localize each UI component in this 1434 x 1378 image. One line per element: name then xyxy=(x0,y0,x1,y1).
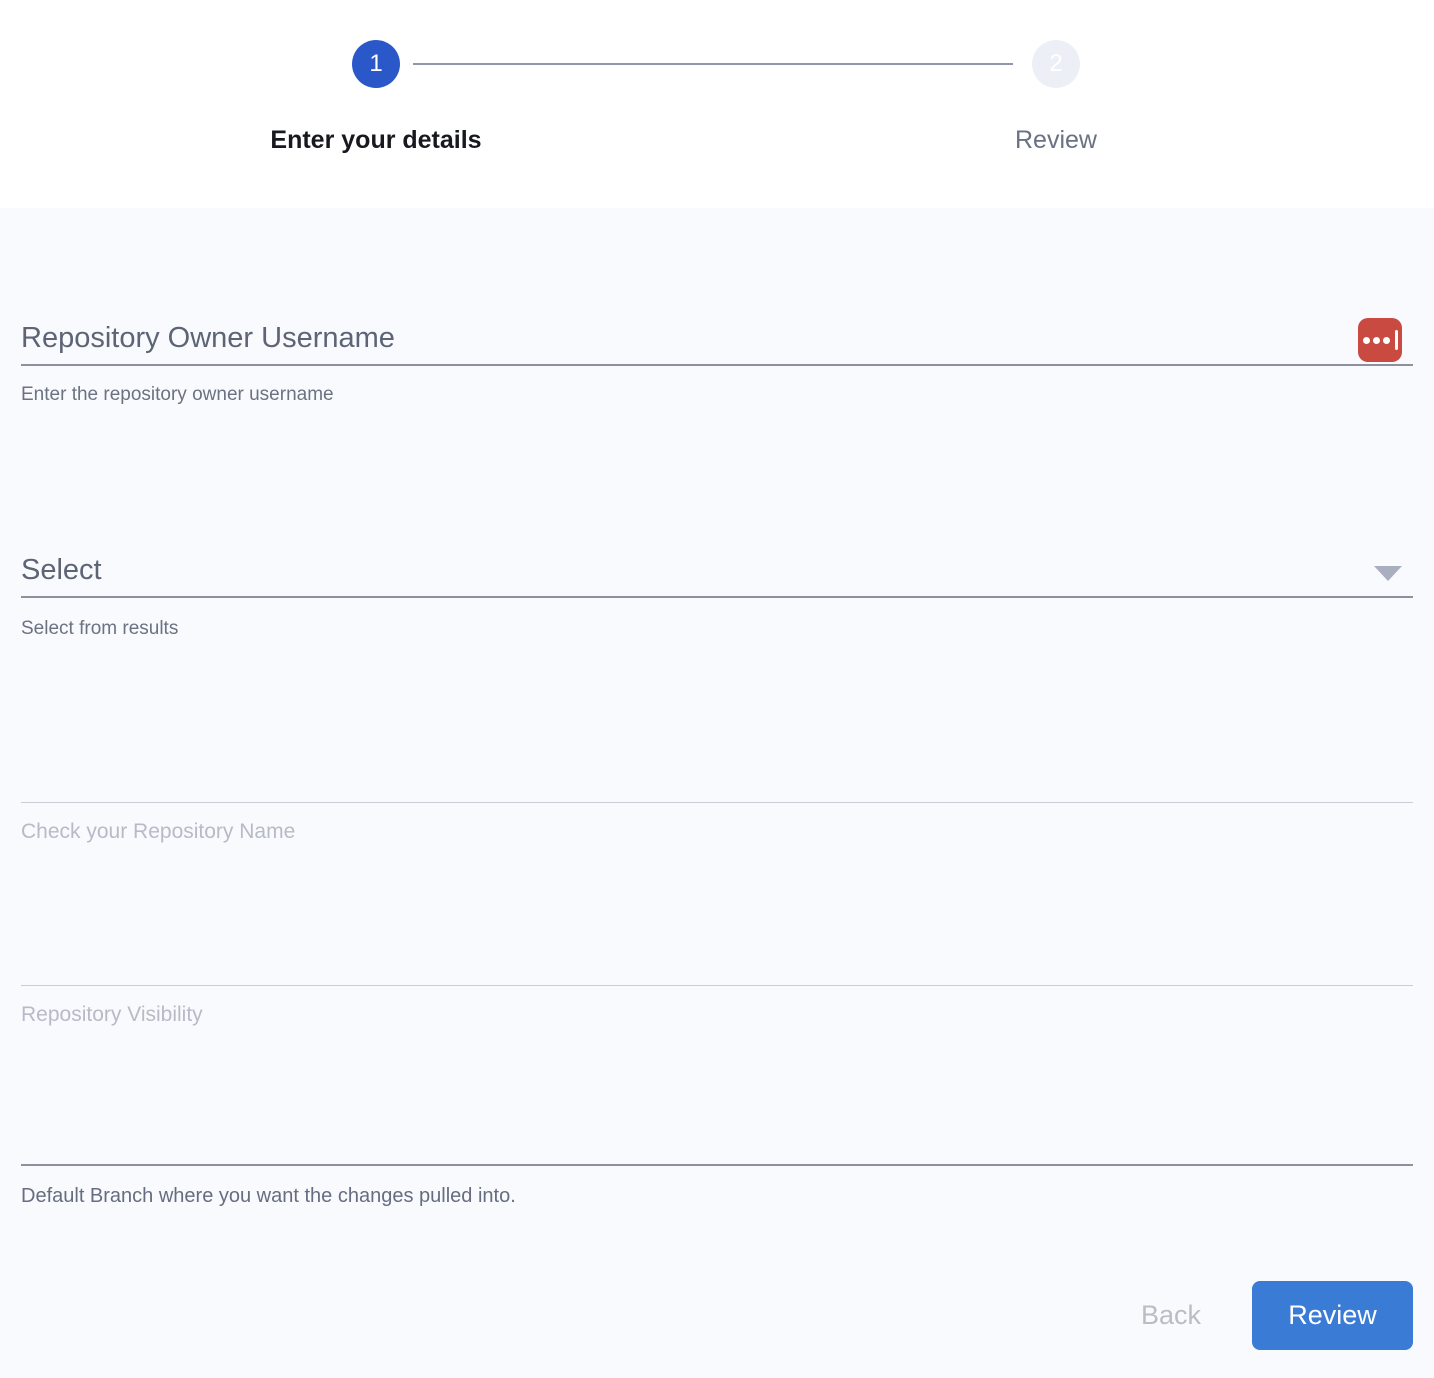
default-branch-helper: Default Branch where you want the change… xyxy=(21,1185,516,1208)
step-2-number: 2 xyxy=(1049,50,1062,78)
repository-name-helper: Check your Repository Name xyxy=(21,820,295,844)
back-button[interactable]: Back xyxy=(1111,1293,1231,1337)
caret-down-icon[interactable] xyxy=(1374,566,1402,581)
step-2-indicator: 2 xyxy=(1032,40,1080,88)
repository-owner-username-helper: Enter the repository owner username xyxy=(21,384,334,406)
autofill-dot xyxy=(1363,337,1370,344)
repository-visibility-helper: Repository Visibility xyxy=(21,1003,203,1027)
repository-select-underline xyxy=(21,596,1413,598)
repository-owner-username-input[interactable]: Repository Owner Username xyxy=(21,322,395,355)
step-1-label: Enter your details xyxy=(270,126,481,155)
autofill-dot xyxy=(1383,337,1390,344)
step-2-label: Review xyxy=(1015,126,1097,155)
step-1-indicator: 1 xyxy=(352,40,400,88)
repository-owner-username-underline xyxy=(21,364,1413,366)
default-branch-underline xyxy=(21,1164,1413,1166)
repository-select-helper: Select from results xyxy=(21,618,178,640)
repository-select-dropdown[interactable]: Select xyxy=(21,554,102,587)
step-1-number: 1 xyxy=(369,50,382,78)
wizard-stepper: 1 2 Enter your details Review xyxy=(0,0,1434,208)
autofill-bar xyxy=(1395,330,1398,350)
review-button[interactable]: Review xyxy=(1252,1281,1413,1350)
stepper-connector-line xyxy=(413,63,1013,65)
autofill-dot xyxy=(1373,337,1380,344)
repository-name-underline xyxy=(21,802,1413,803)
repository-visibility-underline xyxy=(21,985,1413,986)
credential-autofill-icon[interactable] xyxy=(1358,318,1402,362)
